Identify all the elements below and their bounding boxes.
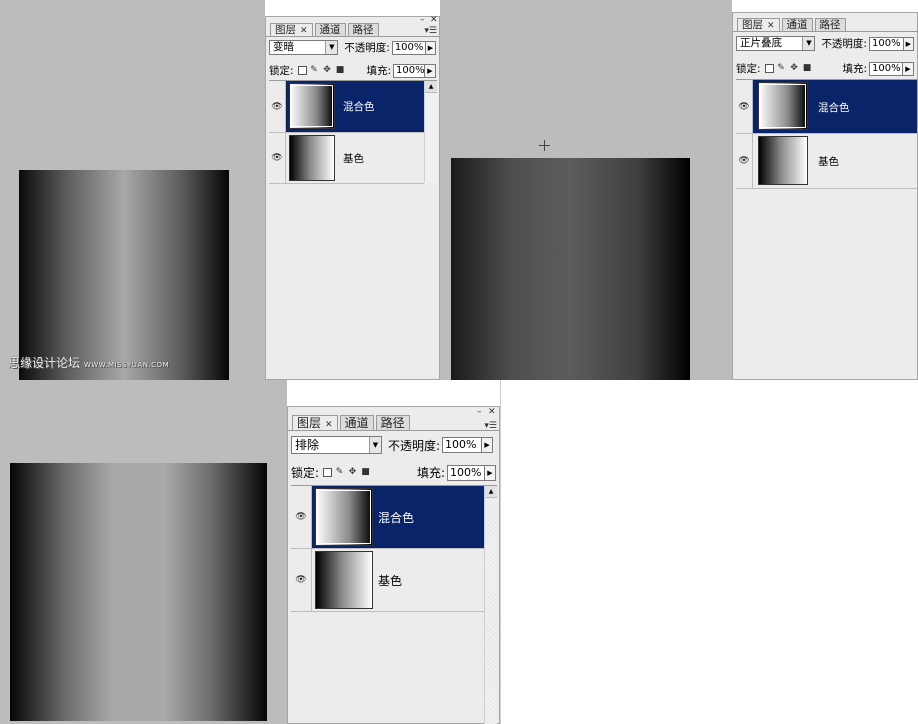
- layer-name: 混合色: [818, 102, 850, 114]
- lock-move-icon[interactable]: ✥: [789, 63, 800, 74]
- layer-row-blend[interactable]: 👁 混合色: [291, 486, 484, 549]
- layer-name: 混合色: [343, 101, 375, 113]
- layer-row-blend[interactable]: 👁 混合色: [736, 80, 917, 134]
- canvas-darken-result: [19, 170, 229, 380]
- layer-thumbnail: [289, 135, 335, 181]
- layer-thumbnail: [758, 82, 808, 130]
- close-icon[interactable]: ✕: [430, 16, 438, 25]
- tab-close-icon[interactable]: ✕: [767, 21, 775, 31]
- layer-thumbnail: [315, 488, 373, 546]
- opacity-label: 不透明度:: [344, 42, 390, 54]
- tab-layers[interactable]: 图层 ✕: [270, 23, 313, 36]
- visibility-eye-icon[interactable]: 👁: [291, 549, 312, 611]
- tab-paths[interactable]: 路径: [814, 18, 846, 31]
- tab-channels[interactable]: 通道: [314, 23, 346, 36]
- lock-label: 锁定:: [269, 65, 294, 77]
- lock-move-icon[interactable]: ✥: [322, 65, 333, 76]
- opacity-slider-button[interactable]: ▶: [425, 40, 436, 55]
- blend-mode-select[interactable]: 变暗 ▼: [269, 40, 339, 55]
- opacity-input[interactable]: 100%: [442, 437, 483, 453]
- layers-panel-2: 图层 ✕ 通道 路径 正片叠底 ▼ 不透明度: 100% ▶ 锁定: ✎ ✥ ■ 填…: [732, 12, 918, 380]
- blend-mode-select[interactable]: 排除 ▼: [291, 436, 382, 454]
- layer-thumbnail: [315, 551, 373, 609]
- lock-brush-icon[interactable]: ✎: [776, 63, 787, 74]
- opacity-slider-button[interactable]: ▶: [903, 36, 914, 51]
- fill-input[interactable]: 100%: [393, 63, 425, 78]
- canvas-multiply-result: [451, 158, 690, 380]
- lock-transparent-icon[interactable]: [323, 468, 333, 477]
- crosshair-cursor-icon: [539, 140, 550, 151]
- layers-scrollbar[interactable]: ▲: [424, 81, 437, 183]
- lock-brush-icon[interactable]: ✎: [309, 65, 320, 76]
- close-icon[interactable]: ✕: [488, 408, 496, 417]
- watermark: 思缘设计论坛 WWW.MISSYUAN.COM: [8, 356, 170, 370]
- opacity-input[interactable]: 100%: [868, 36, 904, 51]
- workspace-3-right: [500, 380, 501, 724]
- fill-input[interactable]: 100%: [447, 464, 485, 481]
- layers-list: 👁 混合色 👁 基色 ▲: [291, 485, 497, 724]
- layers-panel-1: – ✕ 图层 ✕ 通道 路径 ▾☰ 变暗 ▼ 不透明度: 100% ▶ 锁定: ✎ …: [265, 16, 440, 380]
- tab-layers[interactable]: 图层 ✕: [292, 415, 338, 430]
- fill-slider-button[interactable]: ▶: [425, 63, 436, 78]
- minimize-icon[interactable]: –: [477, 408, 482, 417]
- tab-close-icon[interactable]: ✕: [325, 420, 333, 430]
- lock-all-icon[interactable]: ■: [335, 65, 346, 76]
- opacity-label: 不透明度:: [388, 438, 441, 453]
- panel-menu-icon[interactable]: ▾☰: [424, 26, 437, 36]
- fill-label: 填充:: [416, 466, 445, 480]
- fill-label: 填充:: [842, 63, 867, 75]
- layer-row-blend[interactable]: 👁 混合色: [269, 81, 424, 133]
- lock-all-icon[interactable]: ■: [802, 63, 813, 74]
- tab-channels[interactable]: 通道: [339, 415, 374, 430]
- layer-name: 混合色: [378, 511, 415, 525]
- visibility-eye-icon[interactable]: 👁: [736, 134, 753, 188]
- scroll-up-icon[interactable]: ▲: [425, 81, 437, 93]
- lock-transparent-icon[interactable]: [297, 66, 307, 75]
- visibility-eye-icon[interactable]: 👁: [291, 486, 312, 548]
- layer-name: 基色: [378, 574, 403, 588]
- opacity-label: 不透明度:: [821, 38, 867, 50]
- layer-row-base[interactable]: 👁 基色: [736, 134, 917, 189]
- lock-all-icon[interactable]: ■: [360, 467, 371, 478]
- layers-panel-3: – ✕ 图层 ✕ 通道 路径 ▾☰ 排除 ▼ 不透明度: 100% ▶ 锁定: ✎ …: [287, 406, 500, 724]
- fill-input[interactable]: 100%: [869, 61, 903, 76]
- tab-close-icon[interactable]: ✕: [300, 26, 308, 36]
- layer-name: 基色: [818, 156, 839, 168]
- lock-label: 锁定:: [736, 63, 761, 75]
- canvas-exclusion-result: [10, 463, 267, 721]
- opacity-slider-button[interactable]: ▶: [482, 437, 494, 453]
- fill-slider-button[interactable]: ▶: [485, 464, 496, 481]
- layers-list: 👁 混合色 👁 基色 ▲: [269, 80, 437, 184]
- visibility-eye-icon[interactable]: 👁: [736, 80, 753, 133]
- fill-label: 填充:: [366, 65, 391, 77]
- layer-row-base[interactable]: 👁 基色: [291, 549, 484, 612]
- visibility-eye-icon[interactable]: 👁: [269, 133, 286, 183]
- tab-paths[interactable]: 路径: [375, 415, 410, 430]
- lock-move-icon[interactable]: ✥: [347, 467, 358, 478]
- tab-paths[interactable]: 路径: [347, 23, 379, 36]
- layer-name: 基色: [343, 153, 364, 165]
- blend-mode-select[interactable]: 正片叠底 ▼: [736, 36, 816, 51]
- layer-thumbnail: [758, 136, 808, 185]
- opacity-input[interactable]: 100%: [391, 40, 426, 55]
- layers-scrollbar[interactable]: ▲: [484, 486, 497, 724]
- scroll-up-icon[interactable]: ▲: [485, 486, 497, 498]
- tab-channels[interactable]: 通道: [781, 18, 813, 31]
- fill-slider-button[interactable]: ▶: [903, 61, 914, 76]
- layers-list: 👁 混合色 👁 基色: [736, 79, 917, 189]
- layer-thumbnail: [289, 83, 335, 129]
- lock-brush-icon[interactable]: ✎: [334, 467, 345, 478]
- lock-label: 锁定:: [291, 466, 320, 480]
- visibility-eye-icon[interactable]: 👁: [269, 81, 286, 132]
- minimize-icon[interactable]: –: [420, 16, 425, 25]
- lock-transparent-icon[interactable]: [764, 64, 774, 73]
- layer-row-base[interactable]: 👁 基色: [269, 133, 424, 184]
- tab-layers[interactable]: 图层 ✕: [737, 18, 780, 31]
